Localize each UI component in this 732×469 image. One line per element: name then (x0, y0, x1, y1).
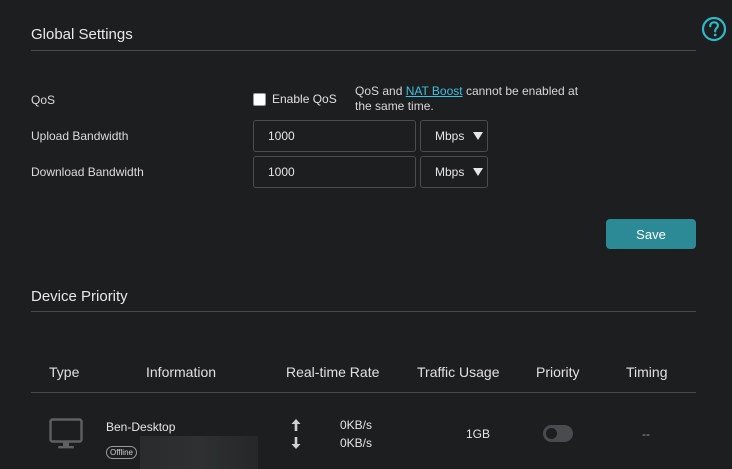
device-priority-title: Device Priority (31, 288, 128, 305)
device-name: Ben-Desktop (106, 420, 176, 434)
download-rate: 0KB/s (340, 436, 373, 450)
timing-value: -- (642, 427, 650, 441)
note-prefix: QoS and (355, 84, 406, 98)
priority-toggle[interactable] (543, 425, 573, 442)
enable-qos-label: Enable QoS (272, 92, 337, 106)
upload-rate: 0KB/s (340, 418, 373, 432)
download-bandwidth-label: Download Bandwidth (31, 165, 144, 179)
qos-label: QoS (31, 93, 56, 107)
chevron-down-icon (473, 168, 483, 176)
qos-nat-boost-note: QoS and NAT Boost cannot be enabled at t… (355, 84, 595, 114)
traffic-usage: 1GB (466, 427, 491, 441)
nat-boost-link[interactable]: NAT Boost (406, 84, 463, 98)
section-divider (31, 311, 696, 312)
upload-unit-value: Mbps (435, 129, 465, 143)
arrow-down-icon (291, 437, 301, 449)
desktop-icon (49, 418, 83, 449)
column-header-realtime-rate: Real-time Rate (286, 364, 380, 380)
global-settings-title: Global Settings (31, 26, 133, 43)
save-button[interactable]: Save (606, 219, 696, 249)
section-divider (31, 50, 696, 51)
upload-bandwidth-input[interactable]: 1000 (253, 120, 416, 152)
download-unit-select[interactable]: Mbps (420, 156, 488, 188)
download-unit-value: Mbps (435, 165, 465, 179)
status-badge: Offline (106, 446, 137, 459)
column-header-traffic-usage: Traffic Usage (417, 364, 500, 380)
download-bandwidth-input[interactable]: 1000 (253, 156, 416, 188)
enable-qos-checkbox[interactable]: Enable QoS (253, 92, 337, 106)
redacted-info (140, 436, 258, 469)
upload-unit-select[interactable]: Mbps (420, 120, 488, 152)
checkbox-box[interactable] (253, 92, 266, 106)
column-header-information: Information (146, 364, 217, 380)
column-header-type: Type (49, 364, 80, 380)
table-header-divider (31, 392, 696, 393)
help-icon[interactable] (701, 16, 727, 42)
toggle-knob (546, 428, 557, 439)
arrow-up-icon (291, 419, 301, 431)
upload-bandwidth-label: Upload Bandwidth (31, 129, 129, 143)
chevron-down-icon (473, 132, 483, 140)
column-header-timing: Timing (626, 364, 668, 380)
column-header-priority: Priority (536, 364, 580, 380)
